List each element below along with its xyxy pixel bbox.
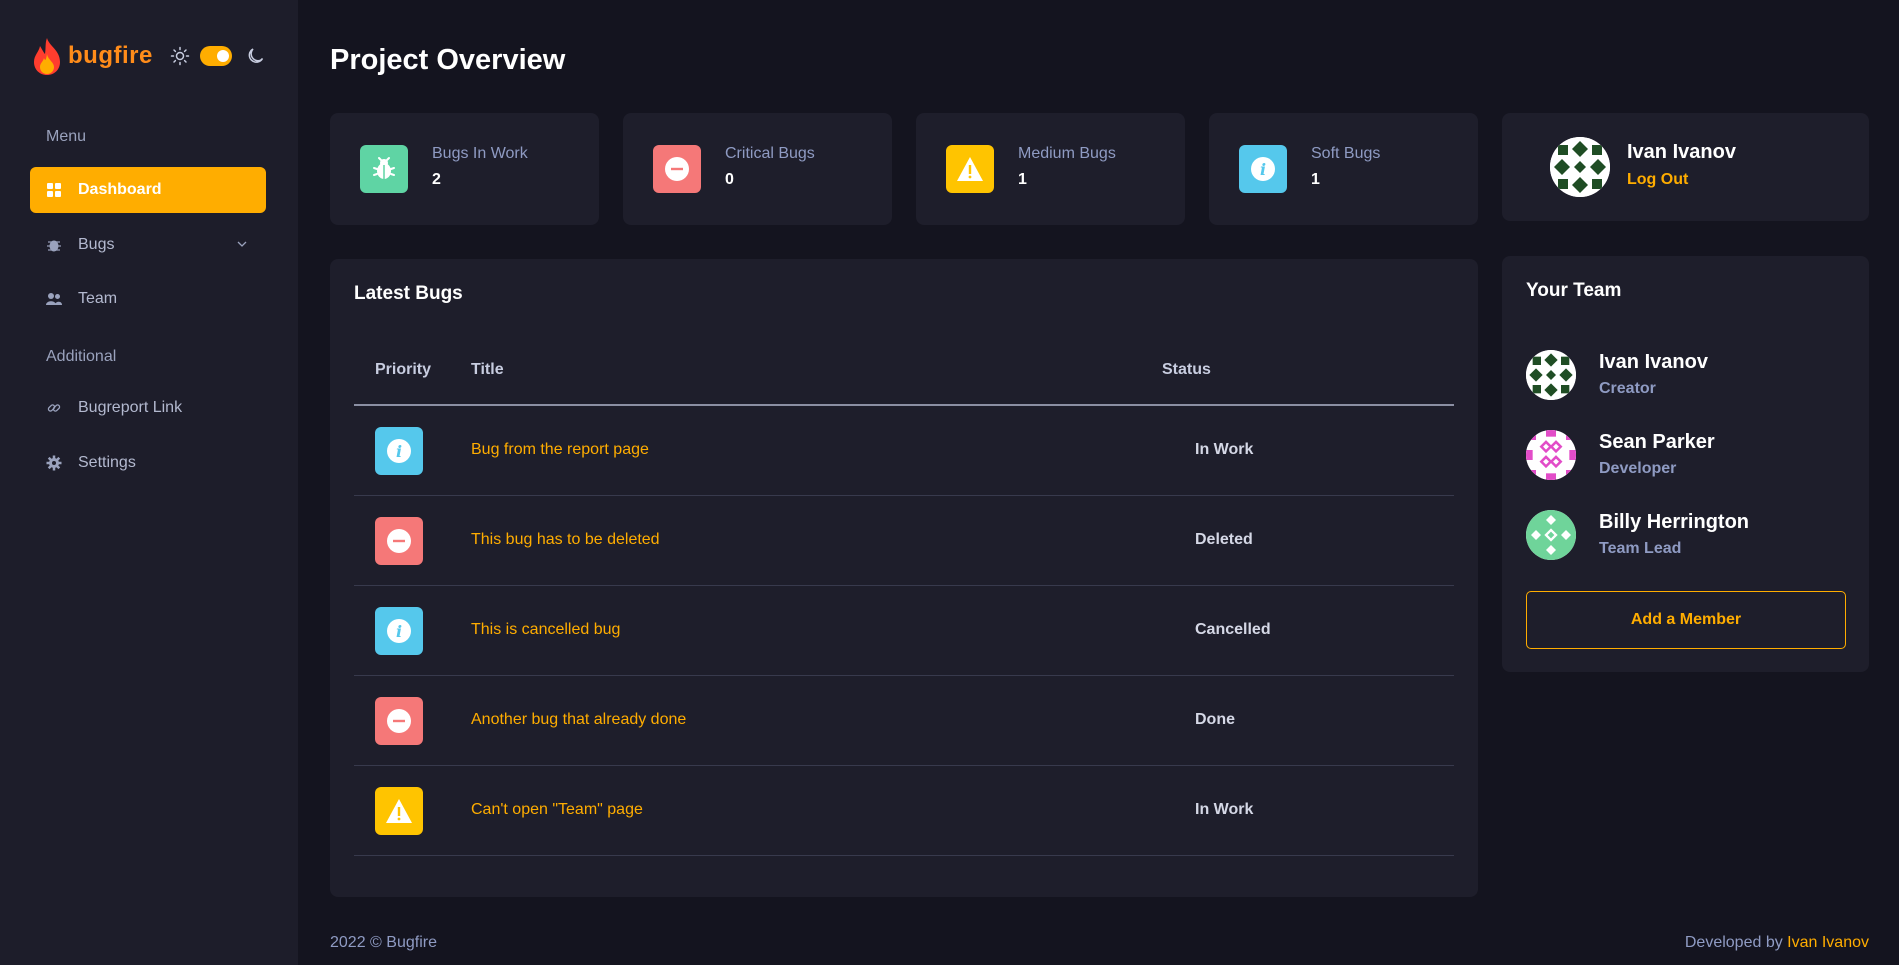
member-role: Team Lead (1599, 540, 1682, 557)
latest-bugs-title: Latest Bugs (354, 283, 463, 304)
info-icon: i (1239, 145, 1287, 193)
stat-value: 1 (1018, 171, 1027, 188)
bug-title-link[interactable]: This bug has to be deleted (471, 531, 660, 549)
logout-link[interactable]: Log Out (1627, 171, 1688, 189)
avatar (1526, 510, 1576, 560)
svg-text:i: i (1260, 160, 1266, 179)
profile-card: Ivan Ivanov Log Out (1502, 113, 1869, 221)
team-member[interactable]: Billy Herrington Team Lead (1526, 510, 1846, 560)
info-icon: i (375, 607, 423, 655)
sidebar-item-bugs[interactable]: Bugs (30, 222, 266, 268)
avatar[interactable] (1550, 137, 1610, 197)
bug-status: In Work (1195, 801, 1254, 818)
member-name: Ivan Ivanov (1599, 351, 1708, 373)
sidebar-item-label: Bugreport Link (78, 399, 183, 416)
link-icon (46, 400, 62, 416)
stat-value: 1 (1311, 171, 1320, 188)
team-card: Your Team Ivan Ivanov Creator Sean Parke… (1502, 256, 1869, 672)
gear-icon (46, 455, 62, 471)
add-member-button[interactable]: Add a Member (1526, 591, 1846, 649)
member-role: Developer (1599, 460, 1677, 477)
menu-heading: Menu (46, 128, 87, 145)
chevron-down-icon (237, 241, 247, 247)
bug-title-link[interactable]: Another bug that already done (471, 711, 686, 729)
table-row[interactable]: i Bug from the report page In Work (354, 406, 1454, 496)
footer-developed-prefix: Developed by (1684, 934, 1783, 951)
stat-card-soft-bugs: i Soft Bugs 1 (1209, 113, 1478, 225)
minus-circle-icon (375, 697, 423, 745)
warning-icon (946, 145, 994, 193)
grid-icon (46, 182, 62, 198)
sidebar-item-bugreport-link[interactable]: Bugreport Link (30, 385, 266, 431)
theme-toggle (170, 46, 266, 66)
minus-circle-icon (375, 517, 423, 565)
column-header-status: Status (1162, 361, 1211, 378)
stat-label: Critical Bugs (725, 145, 815, 162)
svg-text:i: i (396, 622, 402, 641)
column-header-title: Title (471, 361, 504, 378)
footer-copyright: 2022 © Bugfire (330, 934, 437, 951)
latest-bugs-card: Latest Bugs Priority Title Status i Bug … (330, 259, 1478, 897)
column-header-priority: Priority (375, 361, 432, 378)
sidebar-item-label: Team (78, 290, 118, 307)
sidebar-item-label: Settings (78, 454, 136, 471)
warning-icon (375, 787, 423, 835)
stat-value: 2 (432, 171, 441, 188)
stat-card-bugs-in-work: Bugs In Work 2 (330, 113, 599, 225)
stat-label: Bugs In Work (432, 145, 528, 162)
table-row[interactable]: This bug has to be deleted Deleted (354, 496, 1454, 586)
bug-status: Cancelled (1195, 621, 1271, 638)
bug-status: In Work (1195, 441, 1254, 458)
users-icon (46, 291, 62, 307)
table-row[interactable]: Can't open "Team" page In Work (354, 766, 1454, 856)
stat-label: Medium Bugs (1018, 145, 1116, 162)
developer-link[interactable]: Ivan Ivanov (1787, 934, 1869, 951)
flame-logo-icon (34, 38, 60, 75)
member-name: Sean Parker (1599, 431, 1715, 453)
minus-circle-icon (653, 145, 701, 193)
svg-text:i: i (396, 442, 402, 461)
team-member[interactable]: Sean Parker Developer (1526, 430, 1846, 480)
footer-credit: Developed by Ivan Ivanov (1685, 934, 1869, 952)
sidebar-item-dashboard[interactable]: Dashboard (30, 167, 266, 213)
sun-icon[interactable] (170, 46, 190, 66)
brand-name: bugfire (68, 42, 153, 69)
theme-switch[interactable] (200, 46, 232, 66)
member-role: Creator (1599, 380, 1656, 397)
bug-title-link[interactable]: This is cancelled bug (471, 621, 620, 639)
sidebar-item-settings[interactable]: Settings (30, 440, 266, 486)
sidebar: bugfire Menu Dashboard Bugs Team Additio… (0, 0, 298, 965)
stat-value: 0 (725, 171, 734, 188)
avatar (1526, 350, 1576, 400)
bug-title-link[interactable]: Can't open "Team" page (471, 801, 643, 819)
table-row[interactable]: Another bug that already done Done (354, 676, 1454, 766)
stat-card-critical-bugs: Critical Bugs 0 (623, 113, 892, 225)
sidebar-item-team[interactable]: Team (30, 276, 266, 322)
table-row[interactable]: i This is cancelled bug Cancelled (354, 586, 1454, 676)
bug-status: Deleted (1195, 531, 1253, 548)
member-name: Billy Herrington (1599, 511, 1750, 533)
bug-title-link[interactable]: Bug from the report page (471, 441, 649, 459)
sidebar-item-label: Bugs (78, 236, 115, 253)
avatar (1526, 430, 1576, 480)
team-member[interactable]: Ivan Ivanov Creator (1526, 350, 1846, 400)
sidebar-item-label: Dashboard (78, 181, 162, 198)
moon-icon[interactable] (246, 46, 266, 66)
info-icon: i (375, 427, 423, 475)
brand[interactable]: bugfire (30, 36, 153, 76)
bug-icon (46, 237, 62, 253)
profile-name: Ivan Ivanov (1627, 141, 1736, 163)
stat-card-medium-bugs: Medium Bugs 1 (916, 113, 1185, 225)
additional-heading: Additional (46, 348, 117, 365)
page-title: Project Overview (330, 44, 566, 76)
team-title: Your Team (1526, 280, 1622, 301)
stat-label: Soft Bugs (1311, 145, 1381, 162)
bug-icon (360, 145, 408, 193)
bug-status: Done (1195, 711, 1235, 728)
